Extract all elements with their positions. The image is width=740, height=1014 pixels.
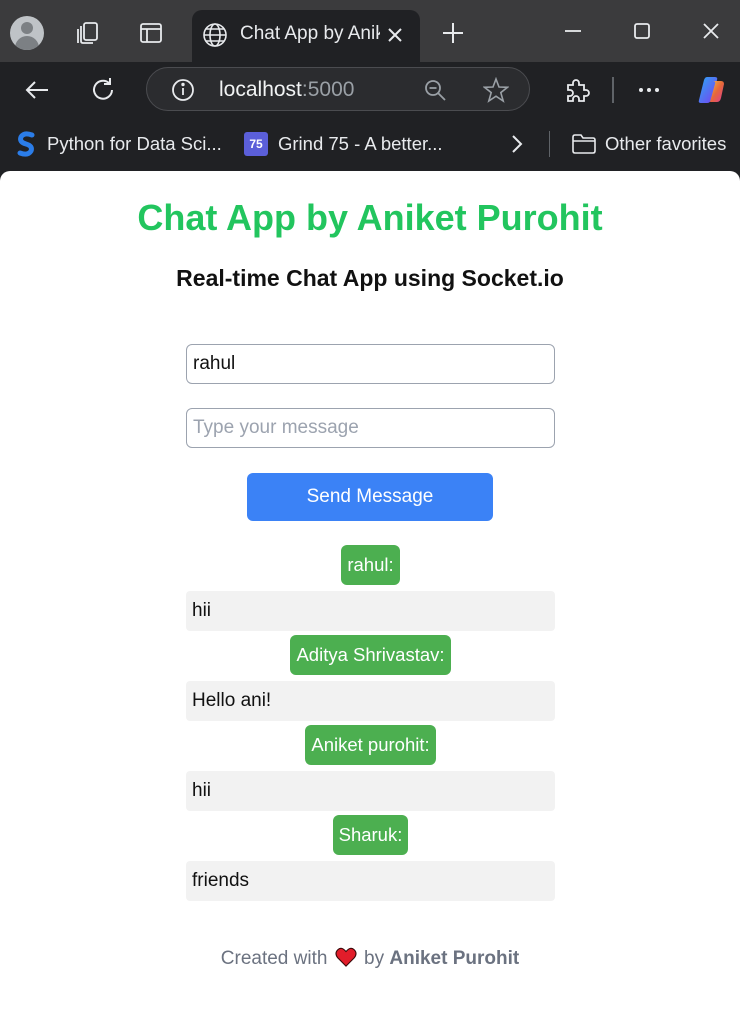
bookmark-python-data-science[interactable]: Python for Data Sci... — [15, 130, 222, 158]
browser-title-bar: Chat App by Aniket Purohit — [0, 0, 740, 62]
close-window-icon[interactable] — [697, 18, 725, 46]
browser-toolbar: localhost:5000 — [0, 62, 740, 118]
workspaces-icon[interactable] — [75, 20, 101, 46]
sender-badge: rahul: — [341, 545, 400, 585]
extensions-icon[interactable] — [563, 76, 591, 104]
footer: Created with by Aniket Purohit — [0, 947, 740, 970]
minimize-icon[interactable] — [559, 18, 587, 46]
page-subtitle: Real-time Chat App using Socket.io — [176, 265, 564, 291]
maximize-icon[interactable] — [628, 18, 656, 46]
sender-badge: Aniket purohit: — [305, 725, 436, 765]
bookmarks-bar: Python for Data Sci... 75 Grind 75 - A b… — [0, 118, 740, 170]
toolbar-divider — [612, 77, 614, 103]
zoom-out-icon[interactable] — [423, 78, 447, 102]
message-input[interactable] — [186, 408, 555, 448]
bookmark-grind-75[interactable]: 75 Grind 75 - A better... — [244, 130, 443, 158]
other-favorites[interactable]: Other favorites — [571, 130, 726, 158]
tab-actions-icon[interactable] — [138, 20, 164, 46]
favorite-star-icon[interactable] — [483, 77, 509, 103]
name-input[interactable] — [186, 344, 555, 384]
page-content: Chat App by Aniket Purohit Real-time Cha… — [0, 171, 740, 1014]
sender-badge: Aditya Shrivastav: — [290, 635, 451, 675]
tab-title: Chat App by Aniket Purohit — [240, 23, 380, 44]
sender-badge: Sharuk: — [332, 815, 409, 855]
url-text[interactable]: localhost:5000 — [219, 78, 354, 102]
message-item: Aniket purohit: hii — [186, 725, 555, 811]
message-item: rahul: hii — [186, 545, 555, 631]
folder-icon — [572, 134, 596, 154]
page-title: Chat App by Aniket Purohit — [137, 197, 603, 238]
message-list: rahul: hii Aditya Shrivastav: Hello ani!… — [186, 545, 555, 905]
message-item: Aditya Shrivastav: Hello ani! — [186, 635, 555, 721]
message-text: friends — [186, 861, 555, 901]
close-tab-icon[interactable] — [384, 24, 406, 46]
back-icon[interactable] — [23, 76, 51, 104]
new-tab-icon[interactable] — [440, 20, 466, 46]
footer-prefix: Created with — [220, 948, 328, 969]
s-icon — [17, 131, 35, 157]
active-tab[interactable]: Chat App by Aniket Purohit — [192, 10, 420, 62]
chevron-right-icon[interactable] — [506, 132, 528, 156]
profile-avatar[interactable] — [10, 16, 44, 50]
more-options-icon[interactable] — [635, 76, 663, 104]
message-text: Hello ani! — [186, 681, 555, 721]
heart-icon — [335, 947, 357, 967]
message-text: hii — [186, 771, 555, 811]
address-bar[interactable]: localhost:5000 — [146, 67, 530, 111]
message-text: hii — [186, 591, 555, 631]
bookmarks-divider — [549, 131, 550, 157]
grind75-icon: 75 — [244, 132, 268, 156]
send-message-button[interactable]: Send Message — [247, 473, 493, 521]
copilot-icon[interactable] — [696, 74, 728, 106]
footer-author: Aniket Purohit — [389, 948, 520, 969]
footer-by: by — [364, 948, 385, 969]
site-info-icon[interactable] — [171, 78, 195, 102]
globe-icon — [203, 23, 227, 47]
message-item: Sharuk: friends — [186, 815, 555, 901]
refresh-icon[interactable] — [89, 76, 117, 104]
